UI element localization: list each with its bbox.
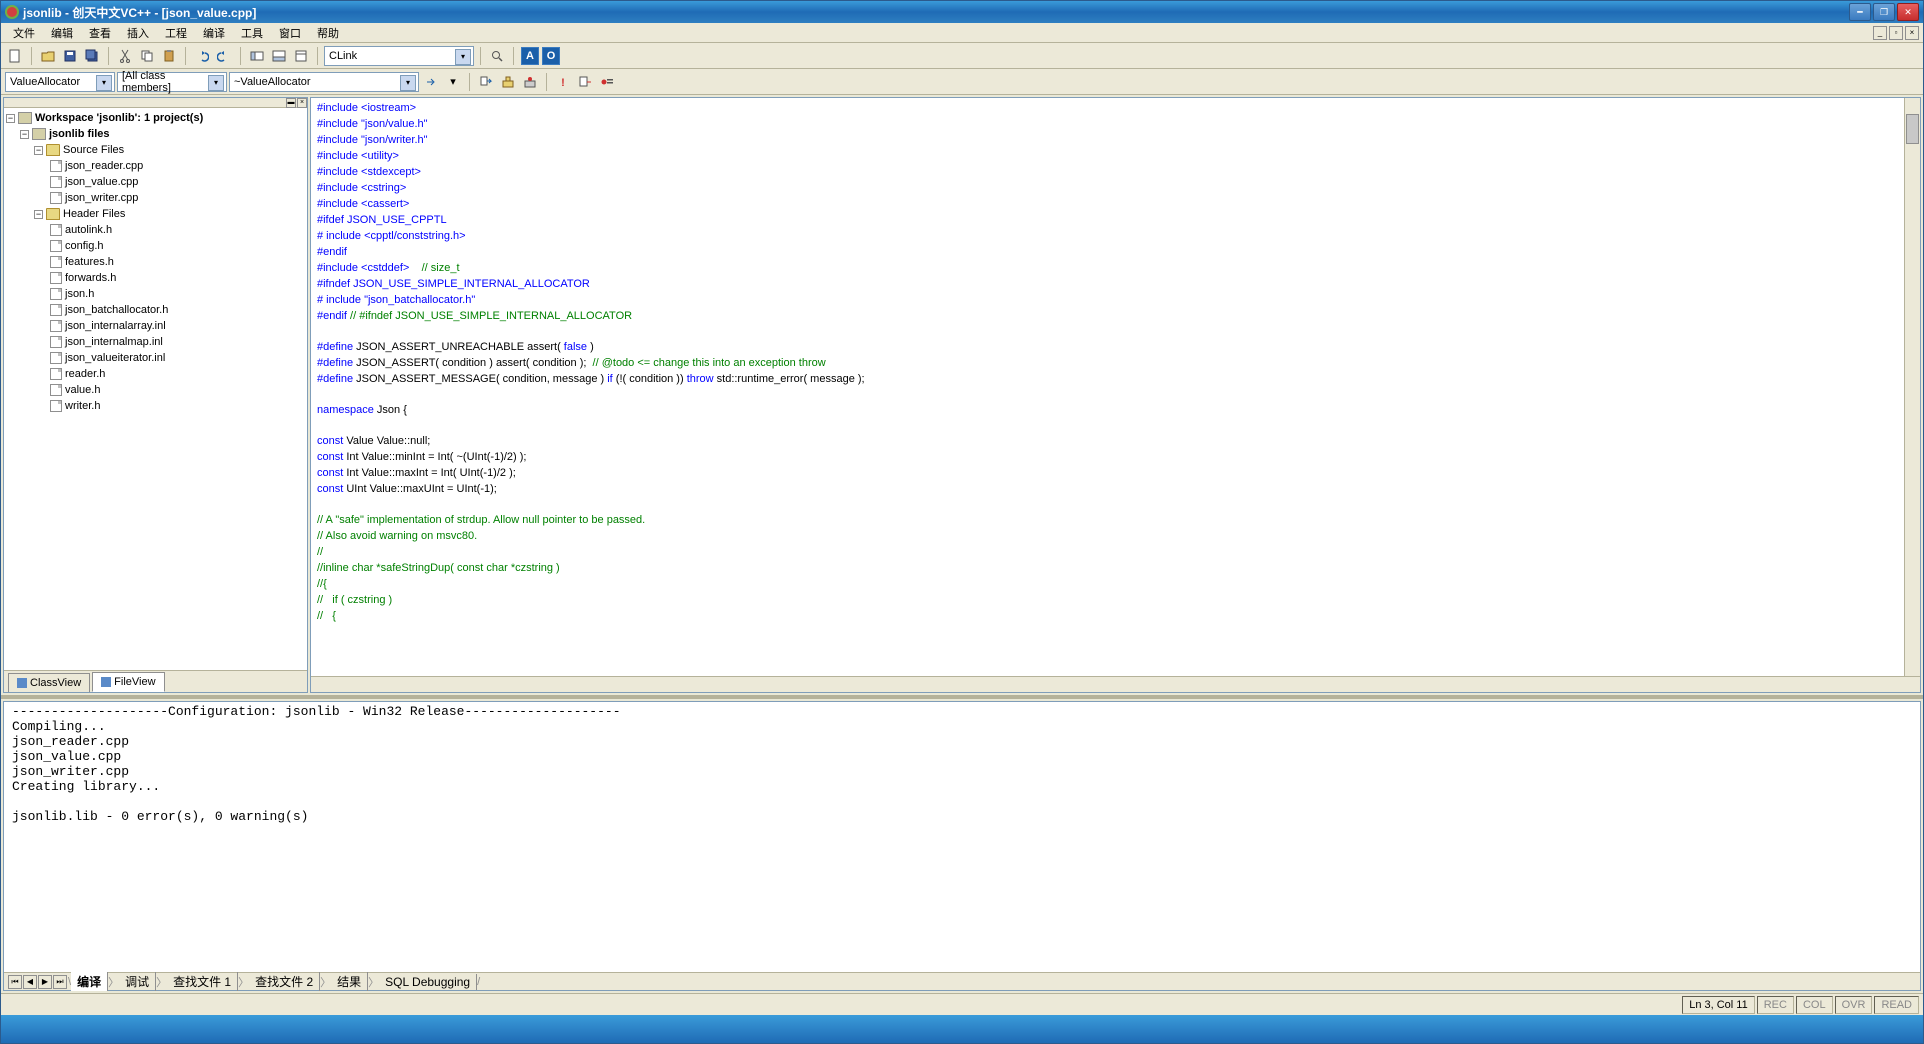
tree-folder-source[interactable]: −Source Files	[6, 142, 305, 158]
output-tab-last[interactable]: ⏭	[53, 975, 67, 989]
window-list-button[interactable]	[291, 46, 311, 66]
menu-build[interactable]: 编译	[195, 23, 233, 43]
minimize-button[interactable]: ━	[1849, 3, 1871, 21]
menu-insert[interactable]: 插入	[119, 23, 157, 43]
paste-button[interactable]	[159, 46, 179, 66]
tree-file[interactable]: config.h	[6, 238, 305, 254]
tree-file[interactable]: json_writer.cpp	[6, 190, 305, 206]
code-editor[interactable]: #include <iostream> #include "json/value…	[310, 97, 1921, 693]
tree-folder-header[interactable]: −Header Files	[6, 206, 305, 222]
menu-file[interactable]: 文件	[5, 23, 43, 43]
toggle-o-button[interactable]: O	[542, 47, 560, 65]
tab-fileview[interactable]: FileView	[92, 672, 164, 692]
wizard-menu-button[interactable]: ▾	[443, 72, 463, 92]
tree-file[interactable]: json_reader.cpp	[6, 158, 305, 174]
tree-project[interactable]: −jsonlib files	[6, 126, 305, 142]
tree-workspace-root[interactable]: −Workspace 'jsonlib': 1 project(s)	[6, 110, 305, 126]
svg-text:!: !	[561, 77, 565, 89]
status-col: COL	[1796, 996, 1833, 1014]
tree-file[interactable]: json_valueiterator.inl	[6, 350, 305, 366]
workspace-dock-button[interactable]: ▬	[286, 98, 296, 108]
stop-build-button[interactable]	[520, 72, 540, 92]
maximize-button[interactable]: ❐	[1873, 3, 1895, 21]
output-tab-results[interactable]: 结果	[331, 972, 368, 991]
tree-file[interactable]: json.h	[6, 286, 305, 302]
tree-file[interactable]: value.h	[6, 382, 305, 398]
save-button[interactable]	[60, 46, 80, 66]
output-tab-next[interactable]: ▶	[38, 975, 52, 989]
window-title: jsonlib - 创天中文VC++ - [json_value.cpp]	[23, 4, 1849, 21]
status-rec: REC	[1757, 996, 1794, 1014]
menu-help[interactable]: 帮助	[309, 23, 347, 43]
status-read: READ	[1874, 996, 1919, 1014]
app-icon	[5, 5, 19, 19]
output-tab-debug[interactable]: 调试	[119, 972, 156, 991]
wizardbar-toolbar: ValueAllocator [All class members] ~Valu…	[1, 69, 1923, 95]
tree-file[interactable]: autolink.h	[6, 222, 305, 238]
mdi-restore-button[interactable]: ▫	[1889, 26, 1903, 40]
tree-file[interactable]: json_internalmap.inl	[6, 334, 305, 350]
tree-file[interactable]: features.h	[6, 254, 305, 270]
goto-button[interactable]	[421, 72, 441, 92]
output-tab-first[interactable]: ⏮	[8, 975, 22, 989]
copy-button[interactable]	[137, 46, 157, 66]
tab-classview[interactable]: ClassView	[8, 673, 90, 692]
output-tab-build[interactable]: 编译	[71, 972, 108, 991]
standard-toolbar: CLink A O	[1, 43, 1923, 69]
mdi-minimize-button[interactable]: _	[1873, 26, 1887, 40]
menu-view[interactable]: 查看	[81, 23, 119, 43]
redo-button[interactable]	[214, 46, 234, 66]
mdi-close-button[interactable]: ×	[1905, 26, 1919, 40]
tree-file[interactable]: json_internalarray.inl	[6, 318, 305, 334]
undo-button[interactable]	[192, 46, 212, 66]
workspace-pane: ▬ × −Workspace 'jsonlib': 1 project(s) −…	[3, 97, 308, 693]
file-tree[interactable]: −Workspace 'jsonlib': 1 project(s) −json…	[4, 108, 307, 670]
close-button[interactable]: ✕	[1897, 3, 1919, 21]
class-combo[interactable]: ValueAllocator	[5, 72, 115, 92]
menu-tools[interactable]: 工具	[233, 23, 271, 43]
menu-project[interactable]: 工程	[157, 23, 195, 43]
status-ovr: OVR	[1835, 996, 1873, 1014]
cut-button[interactable]	[115, 46, 135, 66]
compile-button[interactable]	[476, 72, 496, 92]
output-tab-prev[interactable]: ◀	[23, 975, 37, 989]
execute-button[interactable]: !	[553, 72, 573, 92]
menu-edit[interactable]: 编辑	[43, 23, 81, 43]
status-cursor-pos: Ln 3, Col 11	[1682, 996, 1755, 1014]
output-tab-sql[interactable]: SQL Debugging	[379, 974, 477, 990]
tree-file[interactable]: writer.h	[6, 398, 305, 414]
output-button[interactable]	[269, 46, 289, 66]
new-file-button[interactable]	[5, 46, 25, 66]
menu-bar: 文件 编辑 查看 插入 工程 编译 工具 窗口 帮助 _ ▫ ×	[1, 23, 1923, 43]
tree-file[interactable]: json_value.cpp	[6, 174, 305, 190]
workspace-close-button[interactable]: ×	[297, 98, 307, 108]
menu-window[interactable]: 窗口	[271, 23, 309, 43]
vertical-scrollbar[interactable]	[1904, 98, 1920, 676]
status-bar: Ln 3, Col 11 REC COL OVR READ	[1, 993, 1923, 1015]
output-pane: --------------------Configuration: jsonl…	[3, 701, 1921, 991]
tree-file[interactable]: reader.h	[6, 366, 305, 382]
members-filter-combo[interactable]: [All class members]	[117, 72, 227, 92]
build-button[interactable]	[498, 72, 518, 92]
find-button[interactable]	[487, 46, 507, 66]
tree-file[interactable]: json_batchallocator.h	[6, 302, 305, 318]
title-bar: jsonlib - 创天中文VC++ - [json_value.cpp] ━ …	[1, 1, 1923, 23]
horizontal-scrollbar[interactable]	[311, 676, 1920, 692]
breakpoint-button[interactable]	[597, 72, 617, 92]
find-combo[interactable]: CLink	[324, 46, 474, 66]
go-button[interactable]	[575, 72, 595, 92]
member-combo[interactable]: ~ValueAllocator	[229, 72, 419, 92]
output-text[interactable]: --------------------Configuration: jsonl…	[4, 702, 1920, 972]
tree-file[interactable]: forwards.h	[6, 270, 305, 286]
save-all-button[interactable]	[82, 46, 102, 66]
workspace-button[interactable]	[247, 46, 267, 66]
toggle-a-button[interactable]: A	[521, 47, 539, 65]
output-tab-find2[interactable]: 查找文件 2	[249, 972, 320, 991]
open-button[interactable]	[38, 46, 58, 66]
taskbar[interactable]	[1, 1015, 1923, 1043]
output-tab-find1[interactable]: 查找文件 1	[167, 972, 238, 991]
